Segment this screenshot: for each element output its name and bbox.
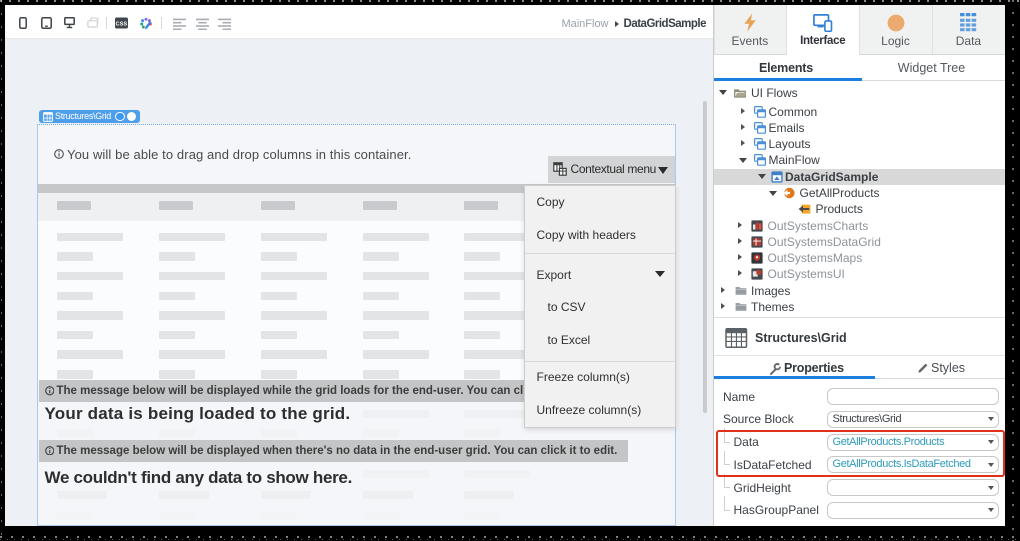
svg-text:CSS: CSS [116,21,128,27]
